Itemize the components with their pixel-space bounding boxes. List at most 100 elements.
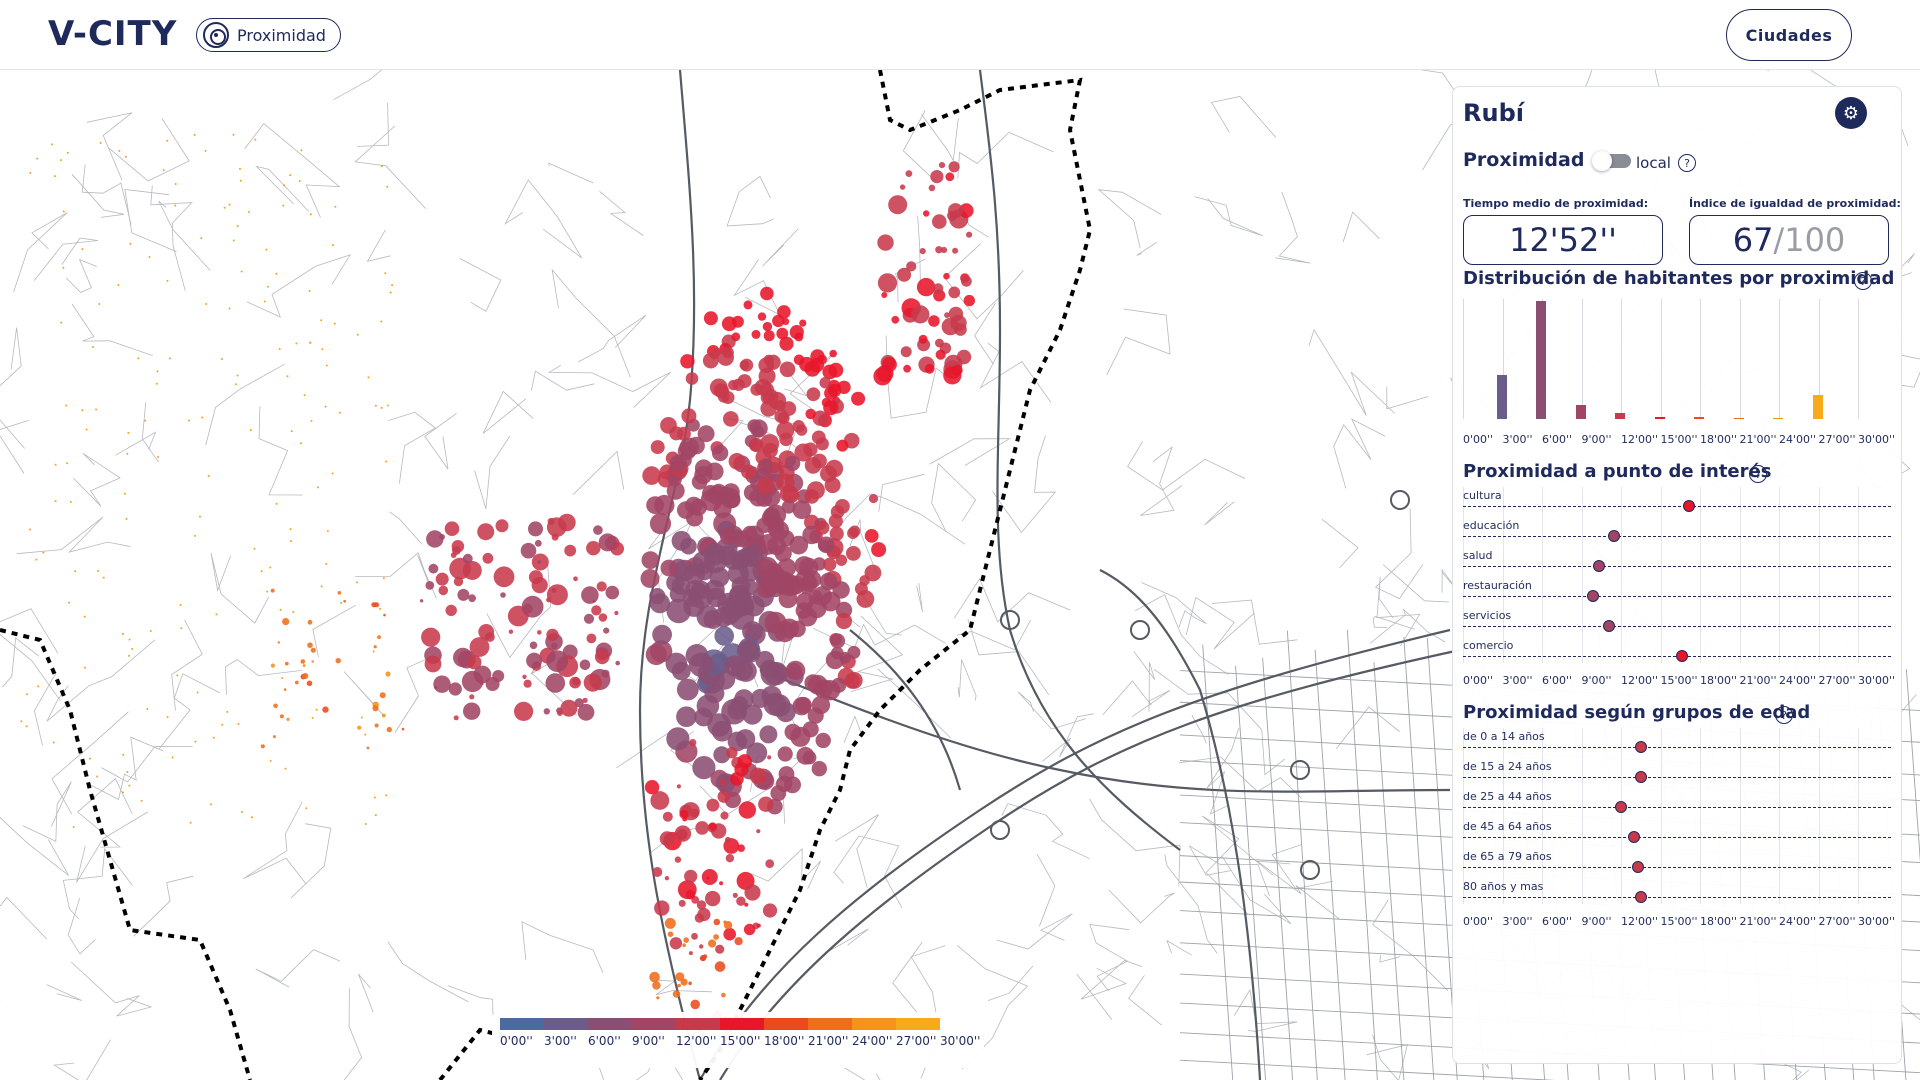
population-bubble[interactable]: [605, 585, 620, 600]
population-bubble[interactable]: [734, 530, 751, 548]
population-bubble[interactable]: [778, 766, 795, 782]
population-bubble[interactable]: [379, 692, 386, 699]
population-bubble[interactable]: [679, 437, 699, 458]
population-bubble[interactable]: [650, 791, 670, 810]
population-bubble[interactable]: [546, 517, 567, 537]
population-bubble[interactable]: [270, 588, 275, 593]
histogram-bar[interactable]: [1536, 301, 1546, 419]
population-bubble[interactable]: [385, 671, 391, 677]
population-bubble[interactable]: [463, 702, 481, 720]
population-bubble[interactable]: [594, 649, 610, 665]
population-bubble[interactable]: [877, 273, 898, 293]
population-bubble[interactable]: [792, 500, 812, 520]
population-bubble[interactable]: [508, 629, 514, 634]
population-bubble[interactable]: [676, 706, 697, 727]
population-bubble[interactable]: [719, 779, 727, 786]
population-bubble[interactable]: [723, 550, 743, 570]
population-bubble[interactable]: [685, 889, 696, 900]
population-bubble[interactable]: [743, 300, 753, 310]
population-bubble[interactable]: [795, 424, 808, 436]
population-bubble[interactable]: [930, 170, 944, 184]
population-bubble[interactable]: [279, 714, 284, 719]
population-bubble[interactable]: [581, 586, 599, 604]
population-bubble[interactable]: [952, 247, 959, 254]
population-bubble[interactable]: [706, 798, 720, 812]
population-bubble[interactable]: [737, 754, 752, 769]
local-help-icon[interactable]: ?: [1678, 154, 1696, 172]
population-bubble[interactable]: [564, 544, 577, 557]
population-bubble[interactable]: [940, 246, 948, 254]
population-bubble[interactable]: [760, 286, 774, 301]
population-bubble[interactable]: [755, 650, 775, 670]
population-bubble[interactable]: [777, 305, 791, 319]
population-bubble[interactable]: [477, 523, 495, 541]
population-bubble[interactable]: [924, 363, 935, 374]
population-bubble[interactable]: [386, 726, 392, 733]
population-bubble[interactable]: [719, 881, 724, 886]
dot-marker[interactable]: [1628, 831, 1641, 843]
population-bubble[interactable]: [948, 161, 960, 173]
dot-marker[interactable]: [1675, 650, 1688, 662]
poi-help-icon[interactable]: ?: [1749, 465, 1767, 483]
population-bubble[interactable]: [660, 417, 677, 434]
population-bubble[interactable]: [938, 162, 946, 169]
population-bubble[interactable]: [784, 455, 801, 471]
population-bubble[interactable]: [705, 890, 721, 907]
population-bubble[interactable]: [689, 652, 714, 677]
population-bubble[interactable]: [453, 576, 464, 587]
population-bubble[interactable]: [891, 315, 900, 324]
population-bubble[interactable]: [932, 214, 947, 229]
population-bubble[interactable]: [743, 923, 756, 936]
population-bubble[interactable]: [828, 514, 843, 529]
population-bubble[interactable]: [546, 628, 559, 642]
population-bubble[interactable]: [462, 553, 473, 564]
histogram-bar[interactable]: [1812, 395, 1823, 419]
population-bubble[interactable]: [732, 892, 738, 898]
population-bubble[interactable]: [462, 561, 482, 580]
population-bubble[interactable]: [918, 334, 928, 344]
population-bubble[interactable]: [374, 602, 380, 608]
dot-marker[interactable]: [1634, 891, 1647, 903]
population-bubble[interactable]: [514, 701, 534, 722]
population-bubble[interactable]: [451, 540, 465, 553]
population-bubble[interactable]: [302, 664, 306, 668]
dot-marker[interactable]: [1632, 861, 1645, 873]
population-bubble[interactable]: [881, 292, 888, 298]
population-bubble[interactable]: [911, 305, 930, 324]
population-bubble[interactable]: [645, 643, 667, 666]
population-bubble[interactable]: [741, 464, 756, 480]
population-bubble[interactable]: [723, 920, 727, 924]
population-bubble[interactable]: [438, 585, 449, 596]
population-bubble[interactable]: [796, 746, 815, 765]
population-bubble[interactable]: [680, 537, 697, 555]
population-bubble[interactable]: [903, 364, 911, 373]
population-bubble[interactable]: [283, 688, 287, 691]
population-bubble[interactable]: [676, 678, 699, 701]
population-bubble[interactable]: [659, 831, 675, 847]
population-bubble[interactable]: [664, 876, 670, 881]
population-bubble[interactable]: [756, 829, 761, 834]
population-bubble[interactable]: [804, 674, 822, 692]
population-bubble[interactable]: [702, 352, 719, 369]
population-bubble[interactable]: [751, 329, 761, 339]
population-bubble[interactable]: [307, 619, 313, 625]
population-bubble[interactable]: [815, 520, 830, 535]
population-bubble[interactable]: [520, 542, 537, 559]
population-bubble[interactable]: [868, 493, 879, 504]
population-bubble[interactable]: [777, 746, 793, 762]
population-bubble[interactable]: [664, 917, 676, 929]
population-bubble[interactable]: [374, 723, 379, 728]
population-bubble[interactable]: [767, 755, 772, 760]
population-bubble[interactable]: [699, 944, 704, 949]
population-bubble[interactable]: [952, 364, 963, 376]
population-bubble[interactable]: [366, 746, 370, 750]
population-bubble[interactable]: [954, 323, 967, 336]
population-bubble[interactable]: [799, 319, 807, 327]
population-bubble[interactable]: [583, 613, 595, 624]
population-bubble[interactable]: [425, 581, 435, 590]
population-bubble[interactable]: [586, 541, 601, 556]
population-bubble[interactable]: [593, 525, 603, 535]
population-bubble[interactable]: [755, 556, 779, 579]
population-bubble[interactable]: [836, 439, 849, 452]
population-bubble[interactable]: [357, 725, 362, 730]
